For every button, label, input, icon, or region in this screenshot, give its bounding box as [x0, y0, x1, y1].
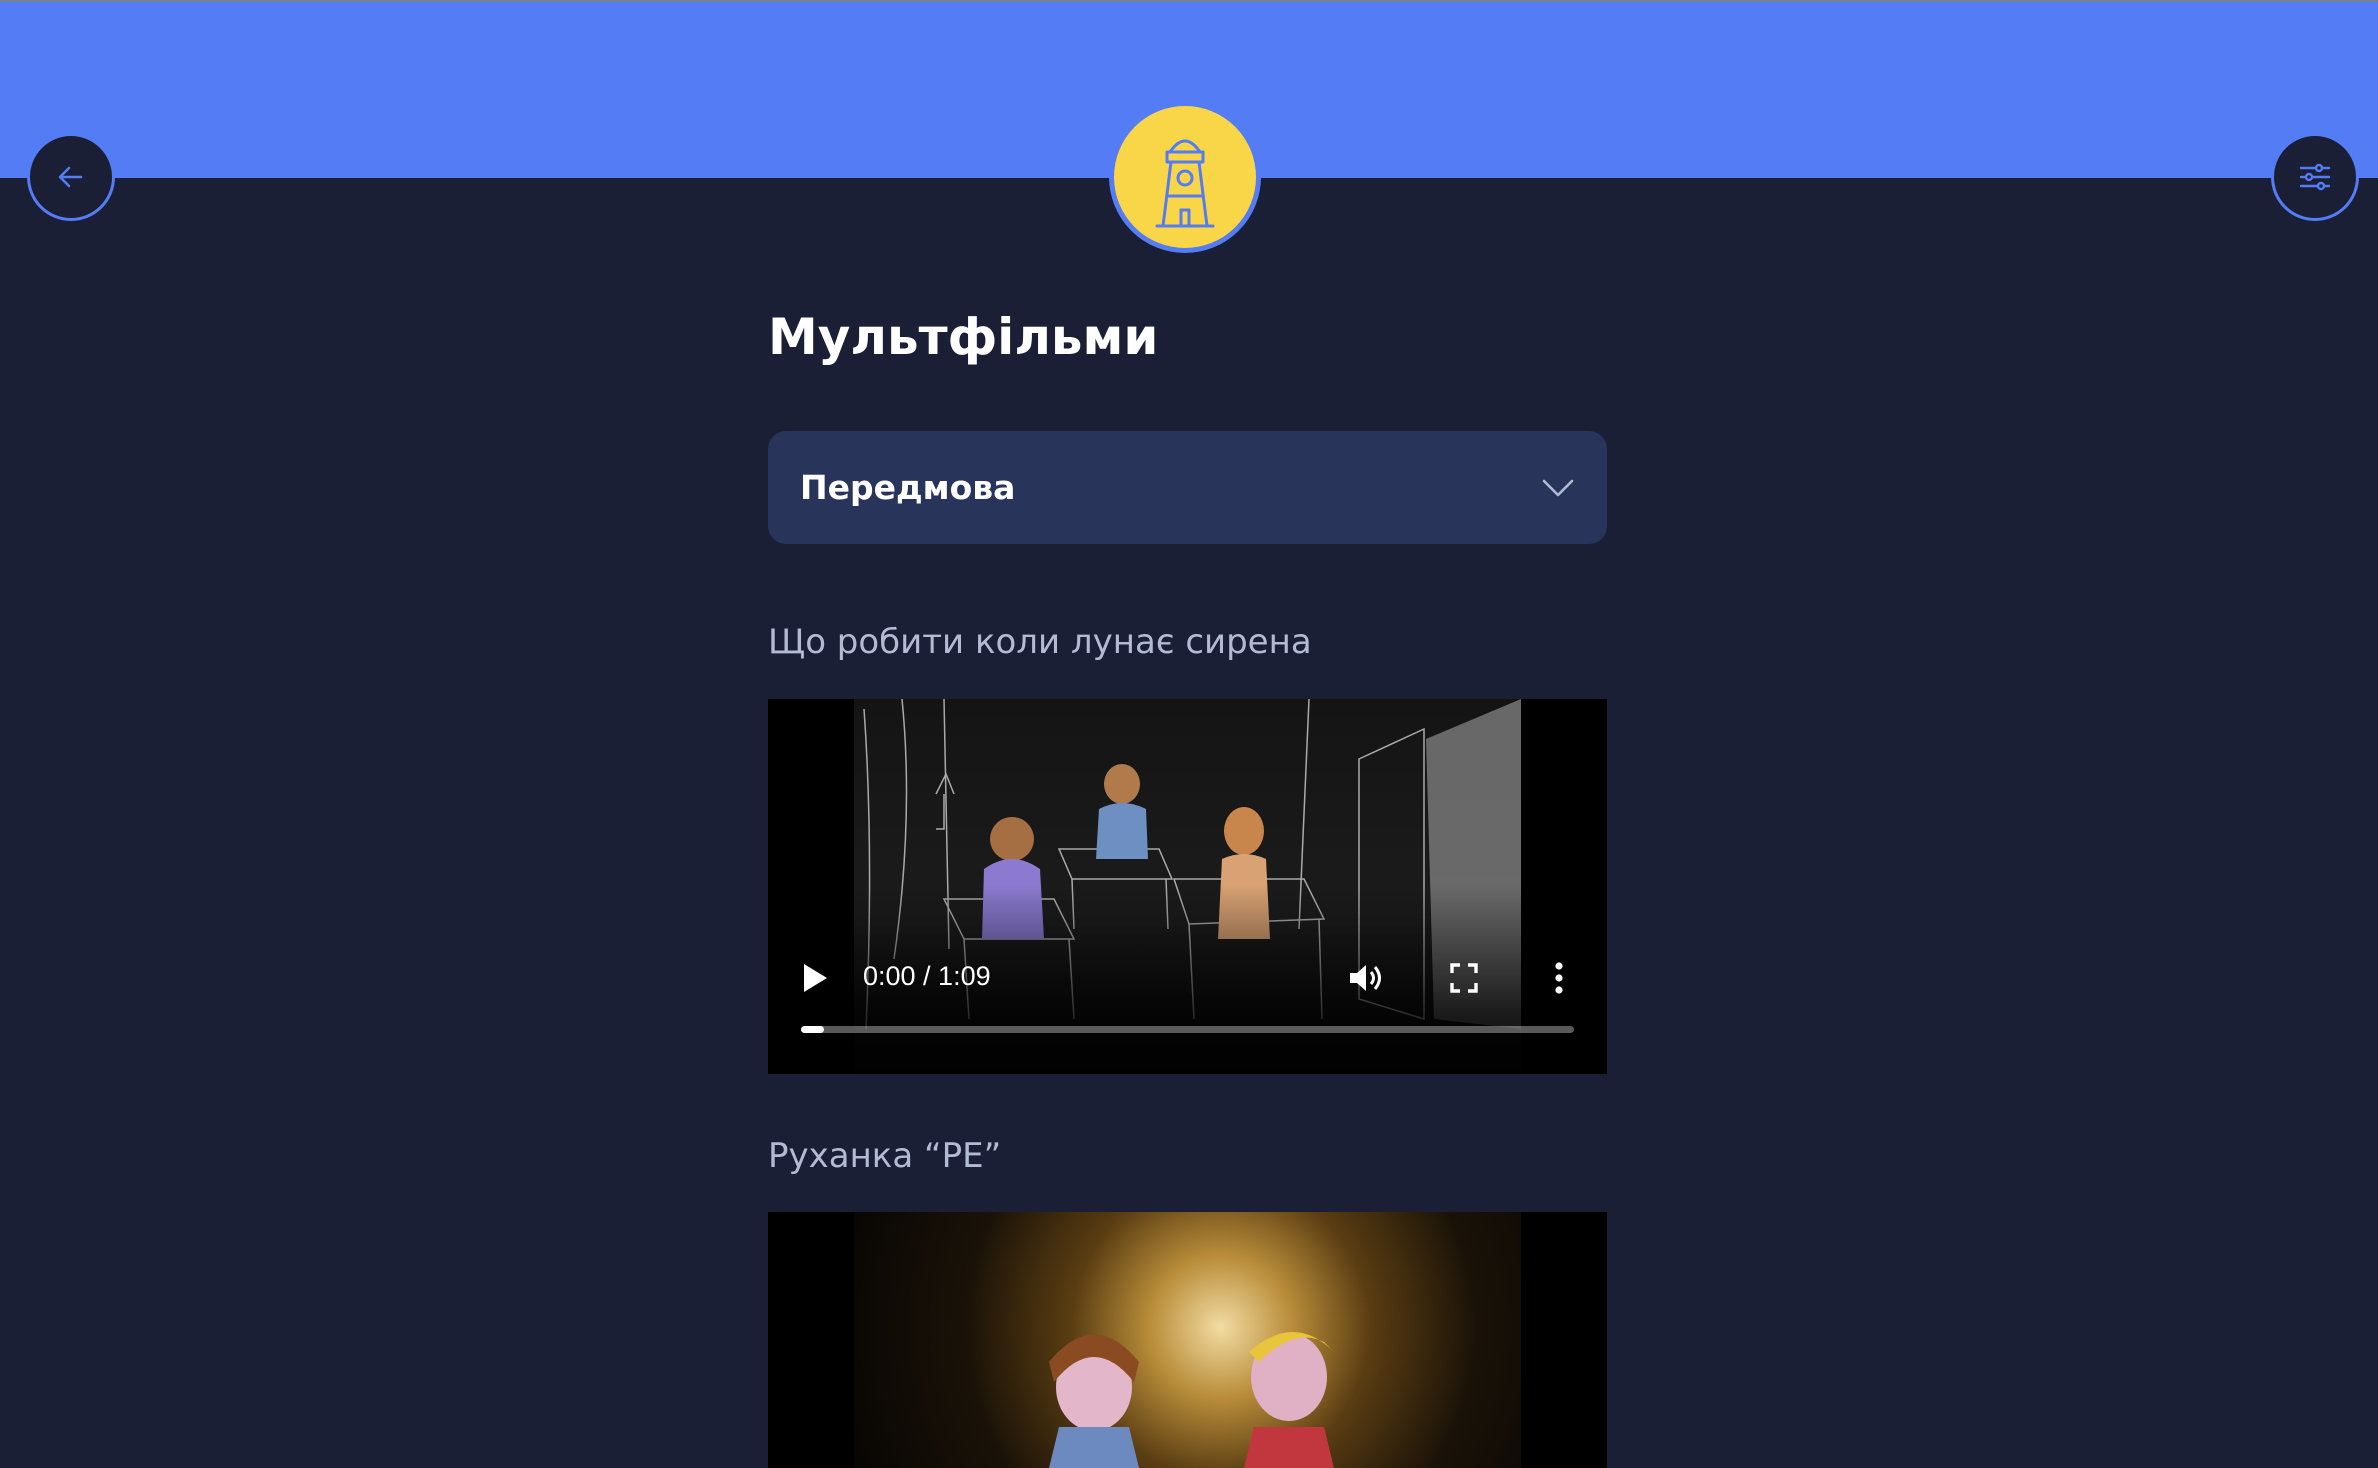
- page: Мультфільми Передмова Що робити коли лун…: [0, 0, 2378, 1468]
- volume-icon: [1350, 965, 1381, 991]
- accordion-label: Передмова: [800, 468, 1016, 507]
- settings-button[interactable]: [2271, 133, 2359, 221]
- chevron-down-icon: [1542, 479, 1574, 496]
- fullscreen-icon: [1450, 963, 1478, 993]
- back-button[interactable]: [27, 133, 115, 221]
- puppets-scene-image: [1049, 1332, 1334, 1468]
- fullscreen-button[interactable]: [1450, 963, 1478, 993]
- play-icon: [804, 964, 827, 992]
- sliders-icon: [2299, 163, 2331, 191]
- page-title: Мультфільми: [768, 308, 1159, 366]
- progress-fill: [801, 1026, 825, 1033]
- lighthouse-icon: [1155, 139, 1215, 228]
- video-player-pe[interactable]: [768, 1212, 1607, 1468]
- video-title-pe: Руханка “PE”: [768, 1136, 1002, 1176]
- foreword-accordion[interactable]: Передмова: [768, 431, 1607, 544]
- arrow-left-icon: [58, 166, 83, 188]
- lighthouse-logo[interactable]: [1109, 101, 1261, 253]
- progress-bar[interactable]: [801, 1026, 1574, 1033]
- more-options-button[interactable]: [1554, 961, 1564, 995]
- video-frame: [854, 1212, 1521, 1468]
- time-display: 0:00 / 1:09: [863, 961, 991, 991]
- volume-button[interactable]: [1348, 961, 1384, 995]
- play-button[interactable]: [800, 961, 830, 995]
- more-vertical-icon: [1555, 962, 1563, 994]
- video-title-siren: Що робити коли лунає сирена: [768, 622, 1312, 662]
- video-player-siren[interactable]: 0:00 / 1:09: [768, 699, 1607, 1074]
